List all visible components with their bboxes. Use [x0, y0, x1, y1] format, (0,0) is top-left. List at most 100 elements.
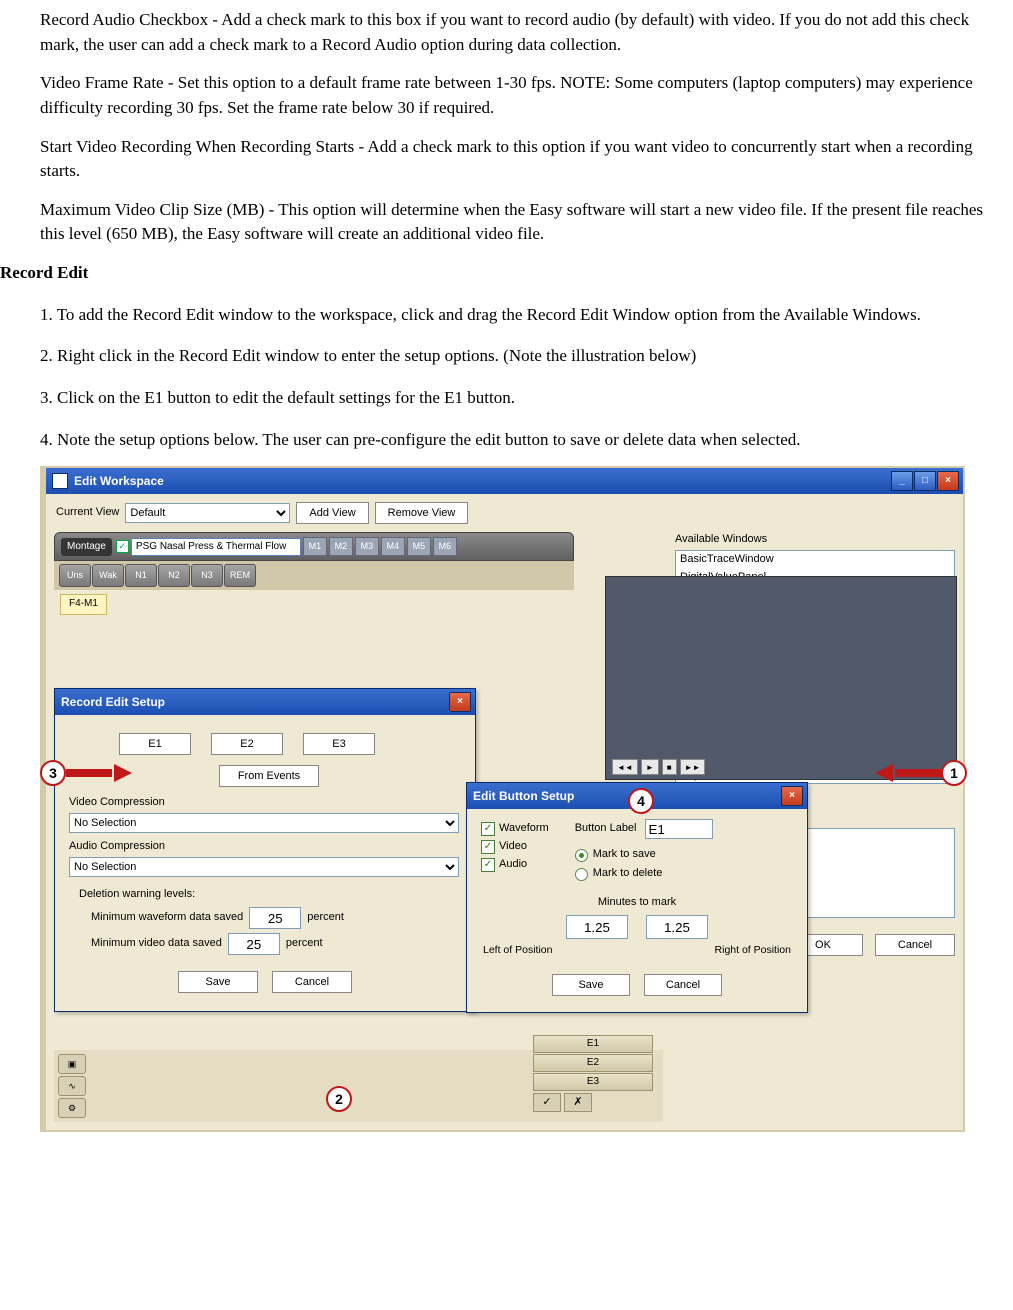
stage-button[interactable]: Wak — [92, 564, 124, 587]
paragraph-max-clip: Maximum Video Clip Size (MB) - This opti… — [40, 198, 989, 247]
button-label-text: Button Label — [575, 821, 637, 837]
dialog-title: Record Edit Setup — [61, 694, 165, 711]
save-button[interactable]: Save — [178, 971, 258, 993]
montage-checkbox[interactable]: ✓ — [116, 540, 129, 553]
step-3: 3. Click on the E1 button to edit the de… — [40, 386, 989, 411]
montage-tab[interactable]: M3 — [355, 537, 379, 556]
gear-icon[interactable]: ⚙ — [58, 1098, 86, 1118]
montage-toolbar: Montage ✓ M1 M2 M3 M4 M5 M6 — [54, 532, 574, 561]
available-windows-label: Available Windows — [675, 532, 955, 548]
cancel-icon[interactable]: ✗ — [564, 1093, 592, 1112]
preview-tool[interactable]: ► — [641, 759, 659, 775]
save-button[interactable]: Save — [552, 974, 630, 996]
montage-name-input[interactable] — [131, 538, 301, 556]
cancel-button[interactable]: Cancel — [272, 971, 352, 993]
percent-label: percent — [307, 910, 344, 926]
montage-tab[interactable]: M4 — [381, 537, 405, 556]
min-video-input[interactable] — [228, 933, 280, 955]
mark-delete-label: Mark to delete — [593, 866, 663, 882]
stage-button[interactable]: REM — [224, 564, 256, 587]
video-compression-select[interactable]: No Selection — [69, 813, 459, 833]
minutes-to-mark-label: Minutes to mark — [481, 895, 793, 911]
channel-label: F4-M1 — [60, 594, 107, 615]
montage-tab[interactable]: M2 — [329, 537, 353, 556]
confirm-icon[interactable]: ✓ — [533, 1093, 561, 1112]
close-button[interactable]: × — [937, 471, 959, 491]
bottom-toolbar: ▣ ∿ ⚙ E1 E2 E3 ✓ ✗ — [54, 1050, 663, 1122]
callout-number: 3 — [40, 760, 66, 786]
preview-tool[interactable]: ►► — [680, 759, 706, 775]
heading-record-edit: Record Edit — [0, 261, 989, 286]
waveform-label: Waveform — [499, 821, 549, 837]
montage-tab[interactable]: M5 — [407, 537, 431, 556]
min-video-label: Minimum video data saved — [91, 936, 222, 952]
callout-3: 3 — [40, 760, 132, 786]
e2-button[interactable]: E2 — [211, 733, 283, 755]
e3-button[interactable]: E3 — [303, 733, 375, 755]
stage-button[interactable]: Uns — [59, 564, 91, 587]
cancel-button[interactable]: Cancel — [644, 974, 722, 996]
current-view-select[interactable]: Default — [125, 503, 290, 523]
waveform-icon[interactable]: ∿ — [58, 1076, 86, 1096]
remove-view-button[interactable]: Remove View — [375, 502, 469, 524]
callout-number: 4 — [628, 788, 654, 814]
montage-tab[interactable]: M6 — [433, 537, 457, 556]
stage-button[interactable]: N2 — [158, 564, 190, 587]
record-edit-setup-dialog: Record Edit Setup × E1 E2 E3 From Events… — [54, 688, 476, 1012]
right-minutes-input[interactable] — [646, 915, 708, 939]
e2-slot[interactable]: E2 — [533, 1054, 653, 1072]
min-waveform-label: Minimum waveform data saved — [91, 910, 243, 926]
preview-tool[interactable]: ◄◄ — [612, 759, 638, 775]
minimize-button[interactable]: _ — [891, 471, 913, 491]
paragraph-start-video: Start Video Recording When Recording Sta… — [40, 135, 989, 184]
button-label-input[interactable] — [645, 819, 713, 839]
video-label: Video — [499, 839, 527, 855]
close-icon[interactable]: × — [781, 786, 803, 806]
dialog-title: Edit Button Setup — [473, 788, 574, 805]
step-1: 1. To add the Record Edit window to the … — [40, 303, 989, 328]
montage-label: Montage — [61, 538, 112, 557]
audio-label: Audio — [499, 857, 527, 873]
stage-buttons: Uns Wak N1 N2 N3 REM — [54, 561, 574, 590]
cancel-button[interactable]: Cancel — [875, 934, 955, 956]
percent-label: percent — [286, 936, 323, 952]
audio-compression-label: Audio Compression — [69, 839, 461, 855]
from-events-button[interactable]: From Events — [219, 765, 319, 787]
app-icon — [52, 473, 68, 489]
e1-button[interactable]: E1 — [119, 733, 191, 755]
mark-save-label: Mark to save — [593, 847, 656, 863]
window-title: Edit Workspace — [74, 473, 164, 490]
callout-2: 2 — [326, 1086, 352, 1112]
stage-button[interactable]: N3 — [191, 564, 223, 587]
min-waveform-input[interactable] — [249, 907, 301, 929]
edit-button-setup-dialog: Edit Button Setup × ✓ Waveform ✓ Video ✓ Au… — [466, 782, 808, 1013]
montage-tab[interactable]: M1 — [303, 537, 327, 556]
current-view-label: Current View — [56, 505, 119, 521]
waveform-checkbox[interactable]: ✓ — [481, 822, 495, 836]
left-minutes-input[interactable] — [566, 915, 628, 939]
add-view-button[interactable]: Add View — [296, 502, 368, 524]
audio-checkbox[interactable]: ✓ — [481, 858, 495, 872]
step-2: 2. Right click in the Record Edit window… — [40, 344, 989, 369]
paragraph-frame-rate: Video Frame Rate - Set this option to a … — [40, 71, 989, 120]
right-of-position-label: Right of Position — [715, 943, 791, 958]
preview-tool[interactable]: ■ — [662, 759, 677, 775]
callout-number: 1 — [941, 760, 967, 786]
mark-delete-radio[interactable] — [575, 868, 588, 881]
step-4: 4. Note the setup options below. The use… — [40, 428, 989, 453]
camera-icon[interactable]: ▣ — [58, 1054, 86, 1074]
stage-button[interactable]: N1 — [125, 564, 157, 587]
audio-compression-select[interactable]: No Selection — [69, 857, 459, 877]
e1-slot[interactable]: E1 — [533, 1035, 653, 1053]
e3-slot[interactable]: E3 — [533, 1073, 653, 1091]
left-of-position-label: Left of Position — [483, 943, 552, 958]
list-item[interactable]: BasicTraceWindow — [676, 551, 954, 569]
maximize-button[interactable]: □ — [914, 471, 936, 491]
close-icon[interactable]: × — [449, 692, 471, 712]
video-checkbox[interactable]: ✓ — [481, 840, 495, 854]
deletion-warning-label: Deletion warning levels: — [79, 888, 195, 900]
paragraph-record-audio: Record Audio Checkbox - Add a check mark… — [40, 8, 989, 57]
mark-save-radio[interactable] — [575, 849, 588, 862]
callout-1: 1 — [875, 760, 967, 786]
screenshot-edit-workspace: Edit Workspace _ □ × Current View Defaul… — [40, 466, 965, 1132]
